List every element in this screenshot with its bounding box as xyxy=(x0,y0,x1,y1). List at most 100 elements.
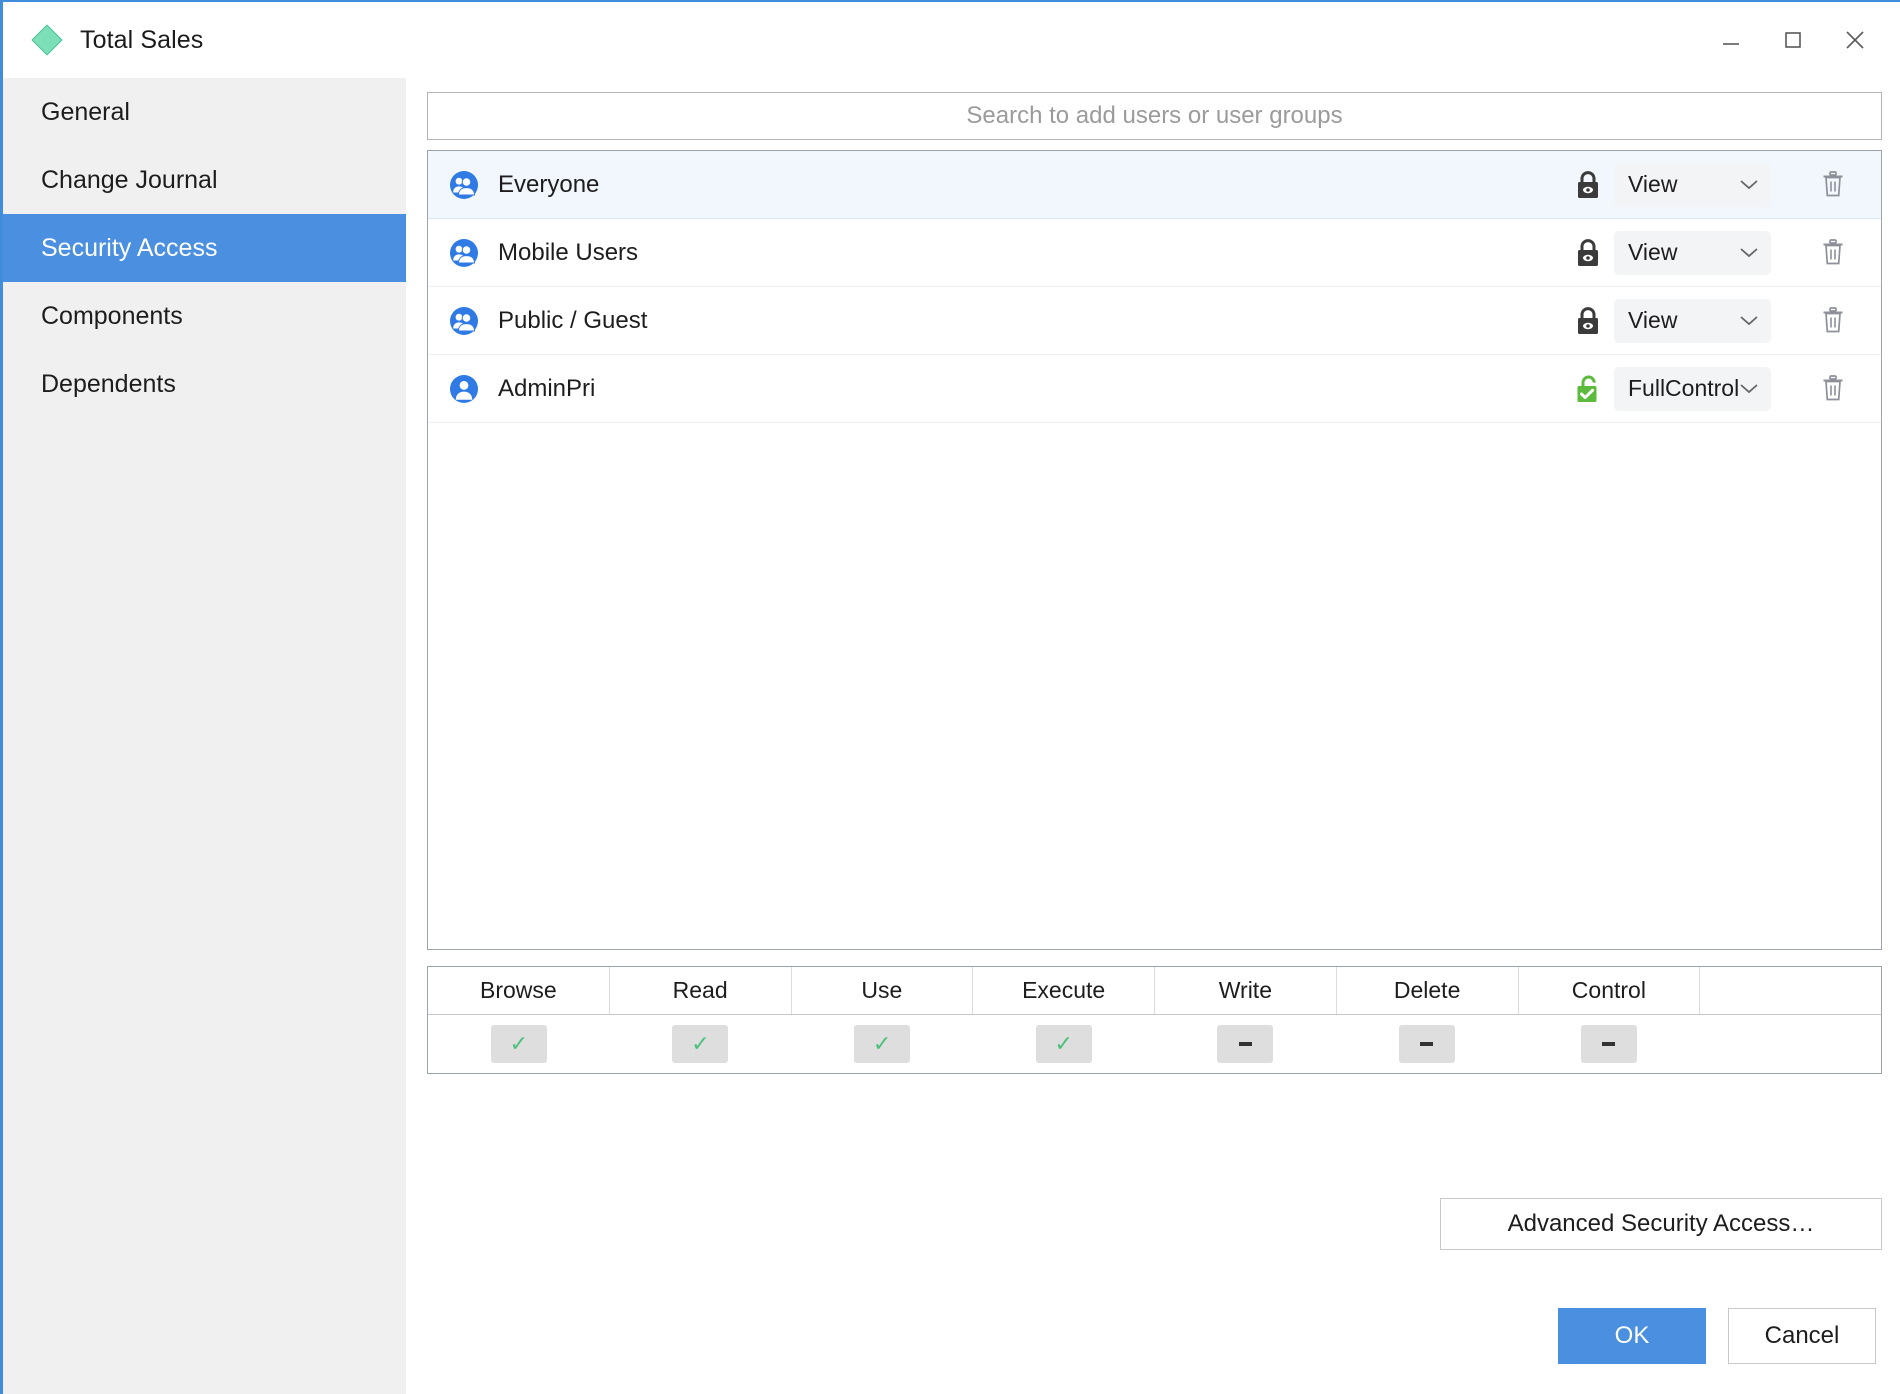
delete-row-button[interactable] xyxy=(1785,171,1881,198)
chevron-down-icon xyxy=(1740,180,1758,190)
permission-badge-granted: ✓ xyxy=(490,1025,547,1063)
permission-dropdown[interactable]: View xyxy=(1614,298,1771,343)
sidebar-item-change-journal[interactable]: Change Journal xyxy=(3,146,406,214)
column-header-browse: Browse xyxy=(428,967,610,1014)
permission-value: View xyxy=(1628,307,1678,333)
chevron-down-icon xyxy=(1740,384,1758,394)
access-list-panel[interactable]: Everyone View Mobile Users View Public /… xyxy=(427,150,1882,950)
locked-view-icon[interactable] xyxy=(1562,306,1614,336)
advanced-security-access-button[interactable]: Advanced Security Access… xyxy=(1440,1198,1882,1250)
permission-badge-granted: ✓ xyxy=(1035,1025,1092,1063)
permission-table-row: ✓ ✓ ✓ ✓ xyxy=(428,1015,1881,1073)
check-icon: ✓ xyxy=(872,1031,892,1056)
delete-row-button[interactable] xyxy=(1785,239,1881,266)
column-header-execute: Execute xyxy=(973,967,1155,1014)
permission-cell-control xyxy=(1518,1015,1700,1073)
chevron-down-icon xyxy=(1740,316,1758,326)
sidebar: General Change Journal Security Access C… xyxy=(3,78,406,1394)
cancel-button[interactable]: Cancel xyxy=(1728,1308,1876,1364)
row-user-name: AdminPri xyxy=(498,374,596,402)
permission-table-header: Browse Read Use Execute Write Delete Con… xyxy=(428,967,1881,1015)
permission-cell-read: ✓ xyxy=(610,1015,792,1073)
search-placeholder: Search to add users or user groups xyxy=(966,102,1343,129)
sidebar-item-security-access[interactable]: Security Access xyxy=(3,214,406,282)
permission-dropdown[interactable]: View xyxy=(1614,230,1771,275)
table-row[interactable]: Everyone View xyxy=(428,151,1881,219)
permission-badge-granted: ✓ xyxy=(854,1025,911,1063)
locked-view-icon[interactable] xyxy=(1562,170,1614,200)
permission-cell-spacer xyxy=(1699,1015,1881,1073)
cancel-label: Cancel xyxy=(1764,1322,1840,1349)
sidebar-item-label: Dependents xyxy=(41,369,176,398)
permission-cell-delete xyxy=(1336,1015,1518,1073)
window-title: Total Sales xyxy=(80,25,204,54)
delete-row-button[interactable] xyxy=(1785,375,1881,402)
permission-value: FullControl xyxy=(1628,375,1740,401)
column-header-write: Write xyxy=(1155,967,1337,1014)
table-row[interactable]: AdminPri FullControl xyxy=(428,355,1881,423)
ok-label: OK xyxy=(1614,1322,1650,1349)
title-bar-left: Total Sales xyxy=(3,24,204,56)
user-single-icon xyxy=(450,374,478,403)
row-user: Everyone xyxy=(428,170,1562,199)
user-group-icon xyxy=(450,170,478,199)
dash-icon xyxy=(1238,1042,1252,1046)
dash-icon xyxy=(1602,1042,1616,1046)
permission-badge-denied xyxy=(1398,1025,1455,1063)
row-user: Public / Guest xyxy=(428,306,1562,335)
delete-row-button[interactable] xyxy=(1785,307,1881,334)
ok-button[interactable]: OK xyxy=(1558,1308,1706,1364)
column-header-control: Control xyxy=(1519,967,1701,1014)
row-user: Mobile Users xyxy=(428,238,1562,267)
diamond-icon xyxy=(31,24,63,56)
main-content: Search to add users or user groups Every… xyxy=(406,78,1900,1394)
permission-dropdown[interactable]: FullControl xyxy=(1614,366,1771,411)
sidebar-item-label: Change Journal xyxy=(41,165,218,194)
close-button[interactable] xyxy=(1824,12,1886,68)
check-icon: ✓ xyxy=(691,1031,710,1056)
sidebar-item-general[interactable]: General xyxy=(3,78,406,146)
permission-cell-browse: ✓ xyxy=(428,1015,610,1073)
locked-view-icon[interactable] xyxy=(1562,238,1614,268)
check-icon: ✓ xyxy=(509,1031,529,1056)
title-bar: Total Sales xyxy=(3,2,1900,78)
permission-badge-denied xyxy=(1580,1025,1637,1063)
table-row[interactable]: Mobile Users View xyxy=(428,219,1881,287)
sidebar-item-label: Security Access xyxy=(41,233,218,262)
trash-icon xyxy=(1823,171,1843,197)
user-group-icon xyxy=(450,238,478,267)
sidebar-item-components[interactable]: Components xyxy=(3,282,406,350)
column-header-spacer xyxy=(1700,967,1881,1014)
permission-dropdown[interactable]: View xyxy=(1614,162,1771,207)
settings-dialog-window: Total Sales General Change Journal Secur… xyxy=(0,0,1900,1394)
row-user-name: Public / Guest xyxy=(498,306,648,334)
permission-value: View xyxy=(1628,171,1678,197)
permission-badge-denied xyxy=(1217,1025,1274,1063)
row-user-name: Everyone xyxy=(498,170,600,198)
permission-summary-table: Browse Read Use Execute Write Delete Con… xyxy=(427,966,1882,1074)
table-row[interactable]: Public / Guest View xyxy=(428,287,1881,355)
check-icon: ✓ xyxy=(1054,1031,1073,1056)
dash-icon xyxy=(1420,1042,1434,1046)
sidebar-item-label: General xyxy=(41,97,130,126)
dialog-button-bar: OK Cancel xyxy=(1558,1308,1876,1364)
permission-value: View xyxy=(1628,239,1678,265)
column-header-read: Read xyxy=(610,967,792,1014)
permission-cell-use: ✓ xyxy=(791,1015,973,1073)
sidebar-item-label: Components xyxy=(41,301,183,330)
row-user: AdminPri xyxy=(428,374,1562,403)
permission-badge-granted: ✓ xyxy=(672,1025,729,1063)
window-controls xyxy=(1700,2,1886,78)
maximize-button[interactable] xyxy=(1762,12,1824,68)
column-header-delete: Delete xyxy=(1337,967,1519,1014)
trash-icon xyxy=(1823,239,1843,265)
trash-icon xyxy=(1823,375,1843,401)
sidebar-item-dependents[interactable]: Dependents xyxy=(3,350,406,418)
advanced-security-access-label: Advanced Security Access… xyxy=(1507,1210,1815,1237)
search-input[interactable]: Search to add users or user groups xyxy=(427,92,1882,140)
trash-icon xyxy=(1823,307,1843,333)
minimize-button[interactable] xyxy=(1700,12,1762,68)
user-group-icon xyxy=(450,306,478,335)
unlocked-check-icon[interactable] xyxy=(1562,374,1614,404)
chevron-down-icon xyxy=(1740,248,1758,258)
